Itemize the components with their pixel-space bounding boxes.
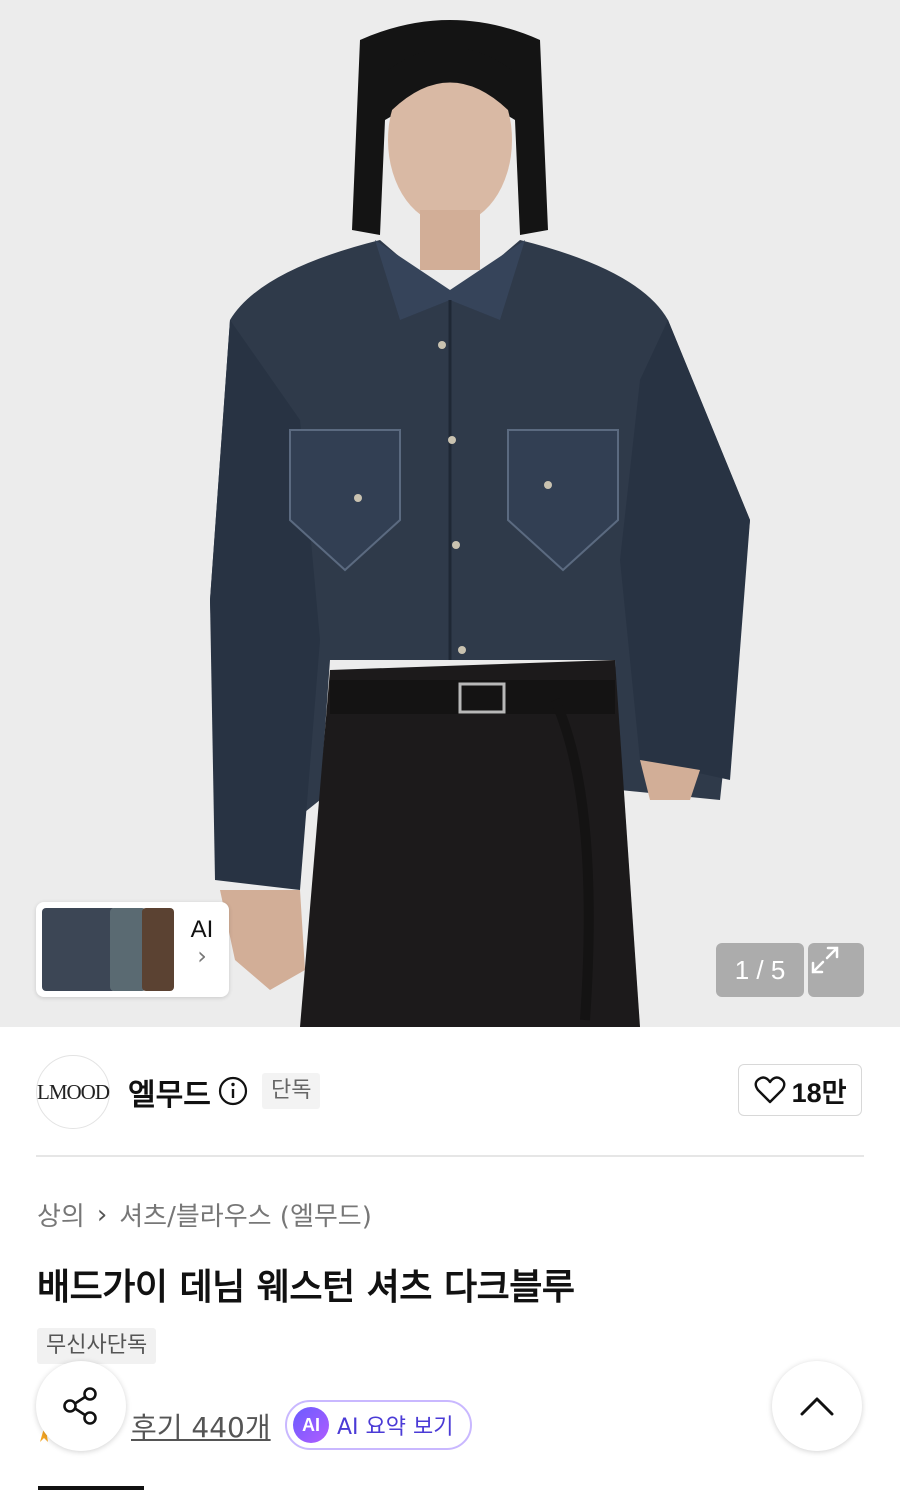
breadcrumb: 상의 › 셔츠/블라우스 (엘무드) xyxy=(37,1196,372,1233)
chevron-right-icon: › xyxy=(197,942,207,970)
share-icon xyxy=(63,1387,97,1425)
active-tab-indicator xyxy=(38,1486,144,1490)
expand-button[interactable] xyxy=(808,943,864,997)
expand-icon xyxy=(811,946,839,974)
ai-badge: AI xyxy=(293,1407,329,1443)
thumbnail-image-2[interactable] xyxy=(110,908,146,991)
brand-name[interactable]: 엘무드 xyxy=(128,1070,211,1114)
divider xyxy=(36,1155,864,1157)
chevron-right-icon: › xyxy=(96,1199,108,1230)
like-button[interactable]: 18만 xyxy=(738,1064,862,1116)
share-button[interactable] xyxy=(36,1361,126,1451)
breadcrumb-item-top[interactable]: 상의 xyxy=(37,1196,85,1233)
brand-row: LMOOD 엘무드 단독 18만 xyxy=(36,1054,864,1129)
brand-logo[interactable]: LMOOD xyxy=(36,1055,110,1129)
product-photo xyxy=(0,0,900,1027)
ai-summary-button[interactable]: AI AI 요약 보기 xyxy=(285,1400,472,1450)
product-title: 배드가이 데님 웨스턴 셔츠 다크블루 xyxy=(37,1267,575,1308)
chevron-up-icon xyxy=(800,1397,834,1416)
ai-label: AI xyxy=(190,916,214,943)
ai-lookbook-link[interactable]: AI › xyxy=(180,916,224,968)
review-count-link[interactable]: 후기 440개 xyxy=(131,1406,271,1446)
like-count: 18만 xyxy=(791,1077,847,1108)
image-counter: 1 / 5 xyxy=(716,943,804,997)
scroll-to-top-button[interactable] xyxy=(772,1361,862,1451)
ai-summary-label: AI 요약 보기 xyxy=(337,1415,454,1440)
musinsa-exclusive-badge: 무신사단독 xyxy=(37,1328,157,1364)
thumbnail-image-3[interactable] xyxy=(142,908,174,991)
thumbnail-image-1[interactable] xyxy=(42,908,116,991)
heart-icon xyxy=(754,1076,786,1104)
exclusive-badge: 단독 xyxy=(262,1073,321,1109)
info-icon[interactable] xyxy=(218,1076,248,1106)
breadcrumb-item-shirts[interactable]: 셔츠/블라우스 (엘무드) xyxy=(119,1196,372,1233)
product-image-gallery[interactable]: AI › 1 / 5 xyxy=(0,0,900,1027)
